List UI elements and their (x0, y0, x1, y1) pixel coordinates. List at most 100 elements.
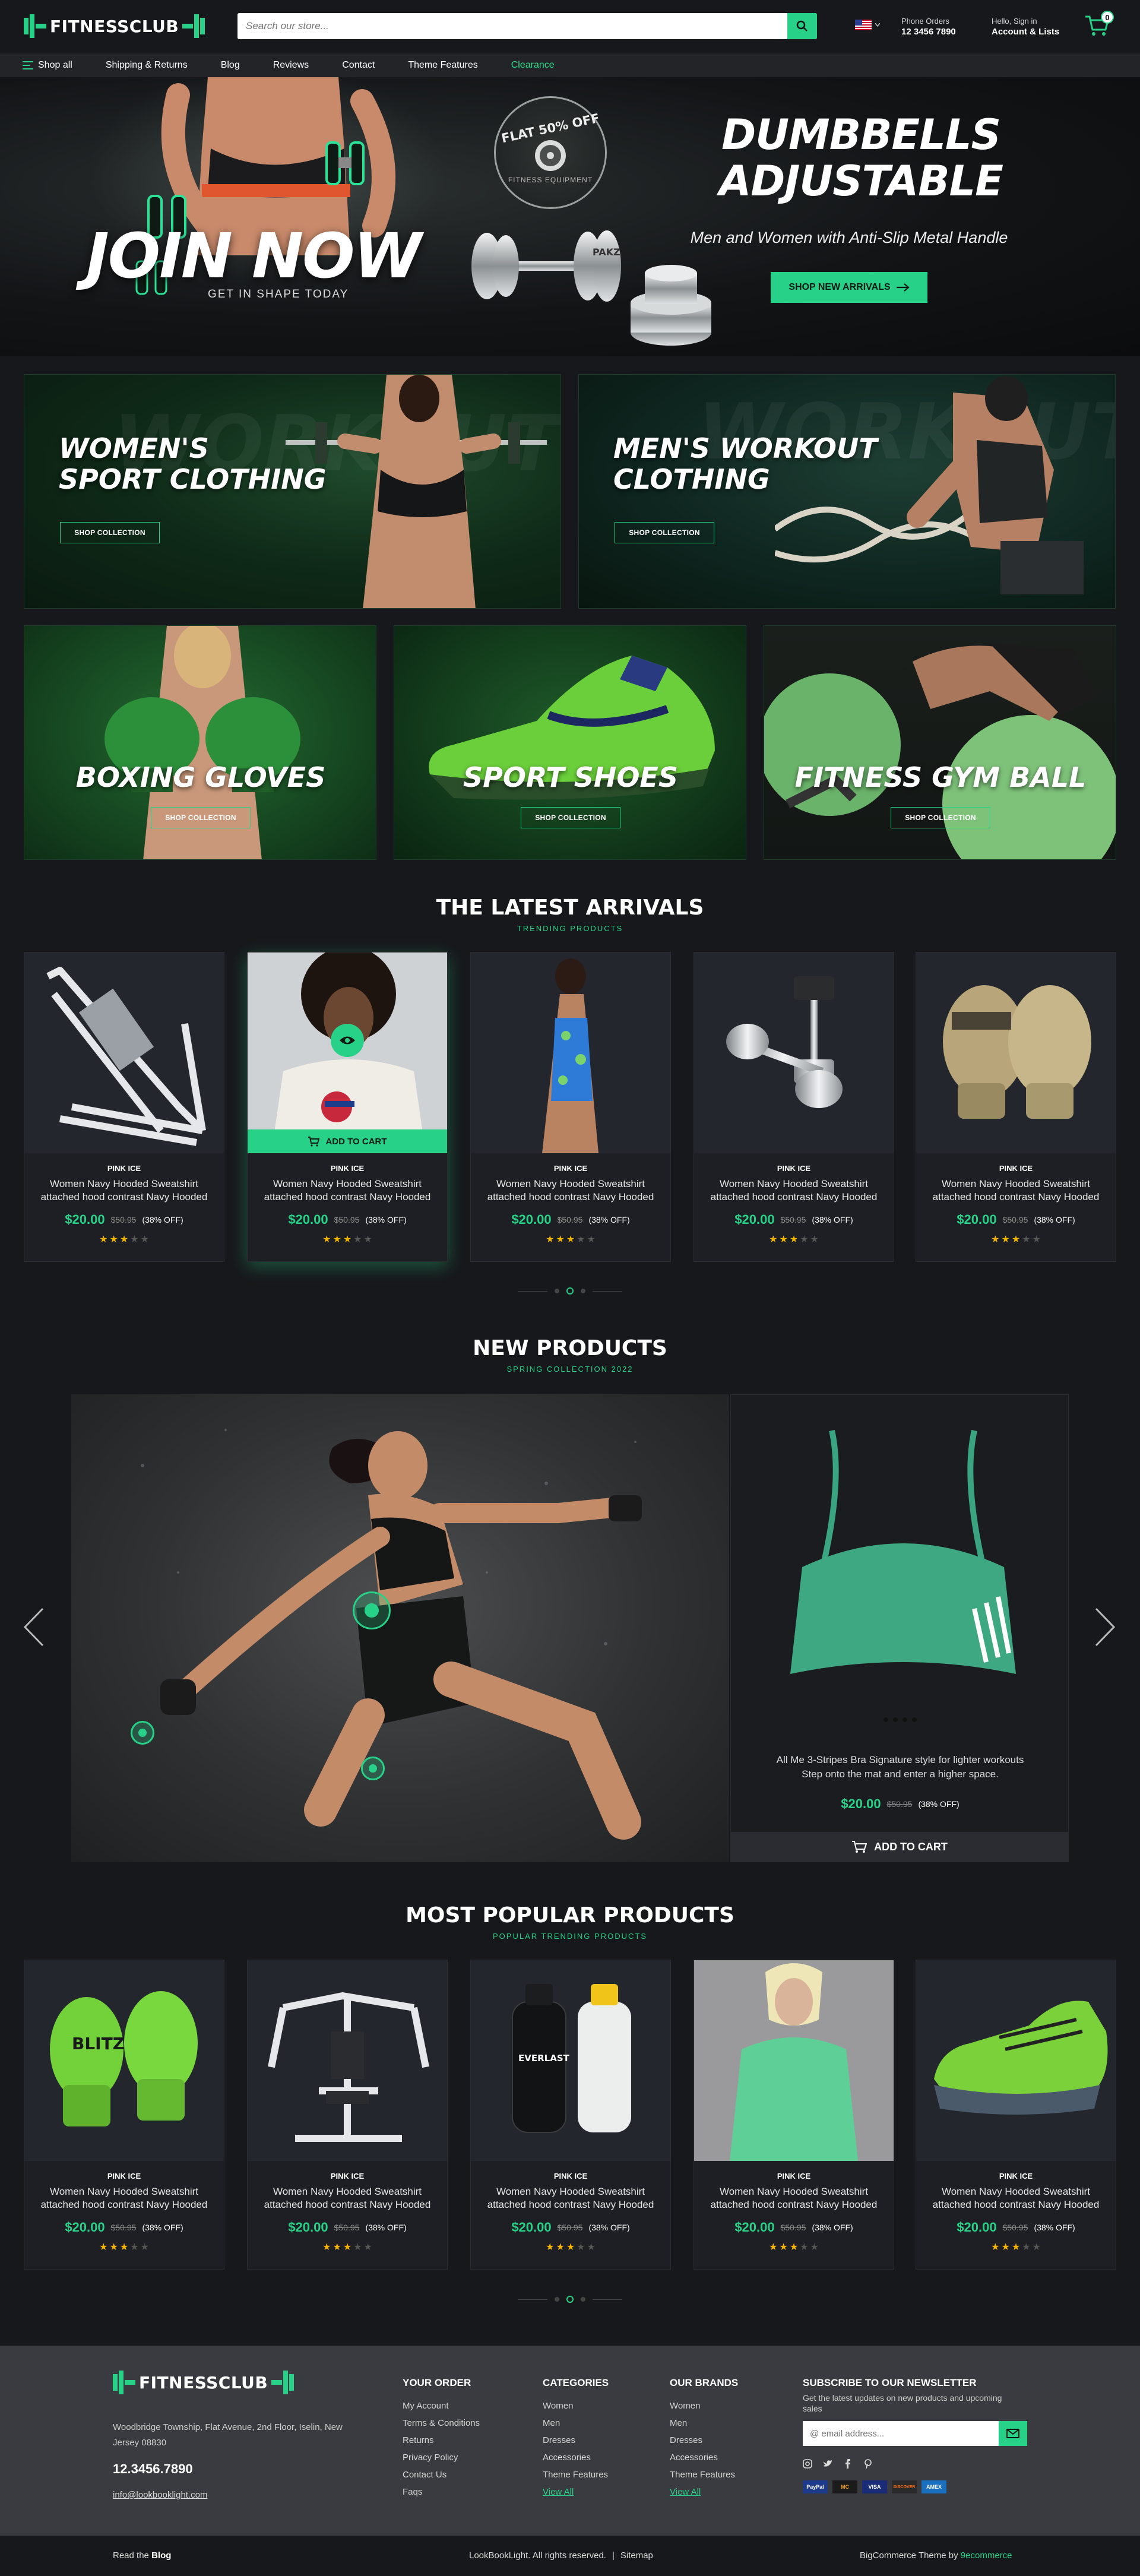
product-image[interactable]: EVERLAST (471, 1960, 670, 2161)
banner-sport-shoes[interactable]: SPORT SHOES SHOP COLLECTION (394, 625, 746, 860)
product-name[interactable]: Women Navy Hooded Sweatshirt attached ho… (930, 2185, 1101, 2211)
nav-reviews[interactable]: Reviews (273, 60, 309, 71)
image-dot[interactable] (884, 1717, 888, 1722)
product-card[interactable]: PINK ICE Women Navy Hooded Sweatshirt at… (916, 1960, 1116, 2270)
footer-link-returns[interactable]: Returns (403, 2432, 480, 2449)
slider-next-button[interactable] (1094, 1606, 1117, 1648)
account-link[interactable]: Hello, Sign in Account & Lists (992, 16, 1059, 37)
facebook-icon[interactable] (843, 2459, 853, 2469)
category-link-dresses[interactable]: Dresses (543, 2432, 609, 2449)
product-image[interactable] (916, 952, 1116, 1153)
carousel-dot-active[interactable] (566, 1287, 574, 1295)
carousel-dot[interactable] (555, 1289, 559, 1293)
cart-button[interactable]: 0 (1084, 11, 1114, 42)
product-card[interactable]: EVERLAST PINK ICE Women Navy Hooded Swea… (470, 1960, 671, 2270)
product-name[interactable]: Women Navy Hooded Sweatshirt attached ho… (708, 2185, 879, 2211)
footer-link-my-account[interactable]: My Account (403, 2397, 480, 2414)
blog-link[interactable]: Blog (151, 2550, 171, 2561)
category-link-men[interactable]: Men (543, 2414, 609, 2432)
nav-shop-all[interactable]: Shop all (23, 60, 72, 71)
add-to-cart-button[interactable]: ADD TO CART (248, 1129, 447, 1153)
image-dot[interactable] (893, 1717, 898, 1722)
product-name[interactable]: Women Navy Hooded Sweatshirt attached ho… (930, 1178, 1101, 1204)
brands-view-all[interactable]: View All (670, 2483, 738, 2501)
brand-link-accessories[interactable]: Accessories (670, 2449, 738, 2466)
hotspot-button[interactable] (131, 1721, 154, 1745)
pinterest-icon[interactable] (863, 2459, 873, 2469)
banner-gym-ball[interactable]: FITNESS GYM BALL SHOP COLLECTION (764, 625, 1116, 860)
product-name[interactable]: Women Navy Hooded Sweatshirt attached ho… (262, 2185, 433, 2211)
image-dot[interactable] (912, 1717, 917, 1722)
site-logo[interactable]: FITNESSCLUB (23, 12, 206, 40)
product-card[interactable]: PINK ICE Women Navy Hooded Sweatshirt at… (916, 952, 1116, 1262)
language-selector[interactable] (855, 20, 880, 30)
category-link-accessories[interactable]: Accessories (543, 2449, 609, 2466)
nav-blog[interactable]: Blog (221, 60, 240, 71)
banner-gymball-shop-button[interactable]: SHOP COLLECTION (891, 807, 990, 828)
new-product-add-to-cart[interactable]: ADD TO CART (731, 1832, 1068, 1862)
carousel-dot[interactable] (555, 2297, 559, 2302)
brand-link-women[interactable]: Women (670, 2397, 738, 2414)
sports-bra-image[interactable] (778, 1425, 1028, 1680)
product-card[interactable]: PINK ICE Women Navy Hooded Sweatshirt at… (694, 952, 894, 1262)
category-link-theme-features[interactable]: Theme Features (543, 2466, 609, 2483)
twitter-icon[interactable] (823, 2459, 832, 2469)
product-image[interactable] (694, 952, 894, 1153)
banner-womens-clothing[interactable]: WORKOUT WOMEN'S SPORT CLOTHING SHOP COLL… (24, 374, 561, 609)
footer-link-faqs[interactable]: Faqs (403, 2483, 480, 2501)
nav-theme-features[interactable]: Theme Features (408, 60, 477, 71)
sitemap-link[interactable]: Sitemap (620, 2550, 653, 2561)
carousel-dot[interactable] (581, 1289, 585, 1293)
footer-logo[interactable]: FITNESSCLUB (112, 2368, 295, 2397)
product-image[interactable] (471, 952, 670, 1153)
product-image[interactable] (916, 1960, 1116, 2161)
banner-boxing-gloves[interactable]: BOXING GLOVES SHOP COLLECTION (24, 625, 376, 860)
footer-link-privacy[interactable]: Privacy Policy (403, 2449, 480, 2466)
product-card[interactable]: PINK ICE Women Navy Hooded Sweatshirt at… (24, 952, 224, 1262)
footer-phone[interactable]: 12.3456.7890 (113, 2461, 193, 2477)
slider-prev-button[interactable] (21, 1606, 45, 1648)
product-name[interactable]: Women Navy Hooded Sweatshirt attached ho… (708, 1178, 879, 1204)
category-link-women[interactable]: Women (543, 2397, 609, 2414)
product-card[interactable]: PINK ICE Women Navy Hooded Sweatshirt at… (694, 1960, 894, 2270)
categories-view-all[interactable]: View All (543, 2483, 609, 2501)
banner-boxing-shop-button[interactable]: SHOP COLLECTION (151, 807, 251, 828)
product-image[interactable]: BLITZ (24, 1960, 224, 2161)
brand-link-men[interactable]: Men (670, 2414, 738, 2432)
search-button[interactable] (787, 13, 817, 39)
brand-link-dresses[interactable]: Dresses (670, 2432, 738, 2449)
carousel-dot[interactable] (581, 2297, 585, 2302)
hero-banner[interactable]: JOIN NOW GET IN SHAPE TODAY FLAT 50% OFF… (0, 77, 1140, 356)
product-image[interactable] (248, 1960, 447, 2161)
newsletter-email-input[interactable] (803, 2421, 999, 2446)
product-name[interactable]: Women Navy Hooded Sweatshirt attached ho… (485, 2185, 656, 2211)
footer-email[interactable]: info@lookbooklight.com (113, 2490, 207, 2500)
footer-link-terms[interactable]: Terms & Conditions (403, 2414, 480, 2432)
product-card[interactable]: PINK ICE Women Navy Hooded Sweatshirt at… (470, 952, 671, 1262)
banner-mens-shop-button[interactable]: SHOP COLLECTION (615, 522, 714, 543)
product-image[interactable] (694, 1960, 894, 2161)
phone-orders[interactable]: Phone Orders 12 3456 7890 (901, 16, 956, 37)
product-image[interactable]: ADD TO CART (248, 952, 447, 1153)
nav-clearance[interactable]: Clearance (511, 60, 555, 71)
carousel-dot-active[interactable] (566, 2296, 574, 2303)
product-name[interactable]: Women Navy Hooded Sweatshirt attached ho… (485, 1178, 656, 1204)
shop-new-arrivals-button[interactable]: SHOP NEW ARRIVALS (771, 272, 927, 303)
banner-shoes-shop-button[interactable]: SHOP COLLECTION (521, 807, 620, 828)
product-card[interactable]: BLITZ PINK ICE Women Navy Hooded Sweatsh… (24, 1960, 224, 2270)
nav-shipping-returns[interactable]: Shipping & Returns (106, 60, 188, 71)
footer-link-contact[interactable]: Contact Us (403, 2466, 480, 2483)
brand-link-theme-features[interactable]: Theme Features (670, 2466, 738, 2483)
hotspot-button[interactable] (353, 1591, 391, 1629)
product-card[interactable]: PINK ICE Women Navy Hooded Sweatshirt at… (247, 1960, 448, 2270)
theme-author-link[interactable]: 9ecommerce (961, 2550, 1012, 2561)
newsletter-submit-button[interactable] (999, 2421, 1027, 2446)
product-name[interactable]: Women Navy Hooded Sweatshirt attached ho… (262, 1178, 433, 1204)
banner-mens-clothing[interactable]: WORKOUT MEN'S WORKOUT CLOTHING SHOP COLL… (578, 374, 1116, 609)
product-name[interactable]: Women Navy Hooded Sweatshirt attached ho… (39, 2185, 210, 2211)
image-dot[interactable] (902, 1717, 907, 1722)
product-card[interactable]: ADD TO CART PINK ICE Women Navy Hooded S… (247, 952, 448, 1262)
product-image[interactable] (24, 952, 224, 1153)
instagram-icon[interactable] (803, 2459, 812, 2469)
nav-contact[interactable]: Contact (342, 60, 375, 71)
